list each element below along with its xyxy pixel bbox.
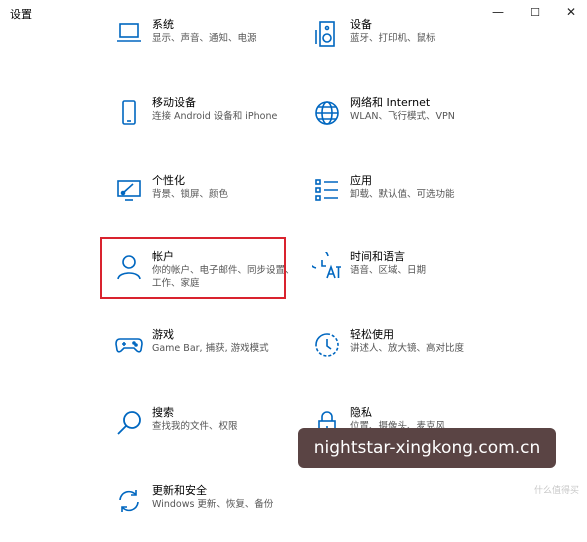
tile-system[interactable]: 系统 显示、声音、通知、电源 <box>100 14 300 76</box>
keyboard-speaker-icon <box>312 20 342 50</box>
tile-name: 应用 <box>350 174 372 187</box>
tile-name: 游戏 <box>152 328 174 341</box>
tile-name: 个性化 <box>152 174 185 187</box>
tile-time-language[interactable]: 时间和语言 语音、区域、日期 <box>298 246 498 308</box>
tile-name: 更新和安全 <box>152 484 207 497</box>
tile-search[interactable]: 搜索 查找我的文件、权限 <box>100 402 300 464</box>
tile-devices[interactable]: 设备 蓝牙、打印机、鼠标 <box>298 14 498 76</box>
laptop-icon <box>114 20 144 50</box>
tile-phone[interactable]: 移动设备 连接 Android 设备和 iPhone <box>100 92 300 154</box>
paint-monitor-icon <box>114 176 144 206</box>
tile-name: 轻松使用 <box>350 328 394 341</box>
tile-ease-of-access[interactable]: 轻松使用 讲述人、放大镜、高对比度 <box>298 324 498 386</box>
close-button[interactable]: ✕ <box>553 0 587 24</box>
maximize-button[interactable]: ☐ <box>517 0 553 24</box>
tile-name: 隐私 <box>350 406 372 419</box>
tile-update-security[interactable]: 更新和安全 Windows 更新、恢复、备份 <box>100 480 300 542</box>
gamepad-icon <box>114 330 144 360</box>
tile-name: 移动设备 <box>152 96 196 109</box>
globe-icon <box>312 98 342 128</box>
tile-description: WLAN、飞行模式、VPN <box>350 111 455 122</box>
tile-apps[interactable]: 应用 卸载、默认值、可选功能 <box>298 170 498 232</box>
tile-description: 背景、锁屏、颜色 <box>152 189 229 200</box>
tile-description: 连接 Android 设备和 iPhone <box>152 111 278 122</box>
language-icon <box>312 252 342 282</box>
tile-personalization[interactable]: 个性化 背景、锁屏、颜色 <box>100 170 300 232</box>
ease-of-access-icon <box>312 330 342 360</box>
window-title: 设置 <box>10 8 32 21</box>
tile-description: 卸载、默认值、可选功能 <box>350 189 455 200</box>
tile-network[interactable]: 网络和 Internet WLAN、飞行模式、VPN <box>298 92 498 154</box>
search-icon <box>114 408 144 438</box>
watermark-banner: nightstar-xingkong.com.cn <box>298 428 556 468</box>
apps-list-icon <box>312 176 342 206</box>
highlight-box <box>100 237 286 299</box>
phone-icon <box>114 98 144 128</box>
tile-description: 蓝牙、打印机、鼠标 <box>350 33 436 44</box>
tile-description: 讲述人、放大镜、高对比度 <box>350 343 465 354</box>
tile-gaming[interactable]: 游戏 Game Bar, 捕获, 游戏模式 <box>100 324 300 386</box>
tile-description: 查找我的文件、权限 <box>152 421 238 432</box>
watermark-small: 什么值得买 <box>533 486 579 496</box>
refresh-icon <box>114 486 144 516</box>
tile-name: 系统 <box>152 18 174 31</box>
tile-name: 设备 <box>350 18 372 31</box>
tile-name: 时间和语言 <box>350 250 405 263</box>
tile-name: 搜索 <box>152 406 174 419</box>
tile-description: 语音、区域、日期 <box>350 265 427 276</box>
tile-description: 显示、声音、通知、电源 <box>152 33 257 44</box>
tile-description: Game Bar, 捕获, 游戏模式 <box>152 343 269 354</box>
tile-name: 网络和 Internet <box>350 96 431 109</box>
